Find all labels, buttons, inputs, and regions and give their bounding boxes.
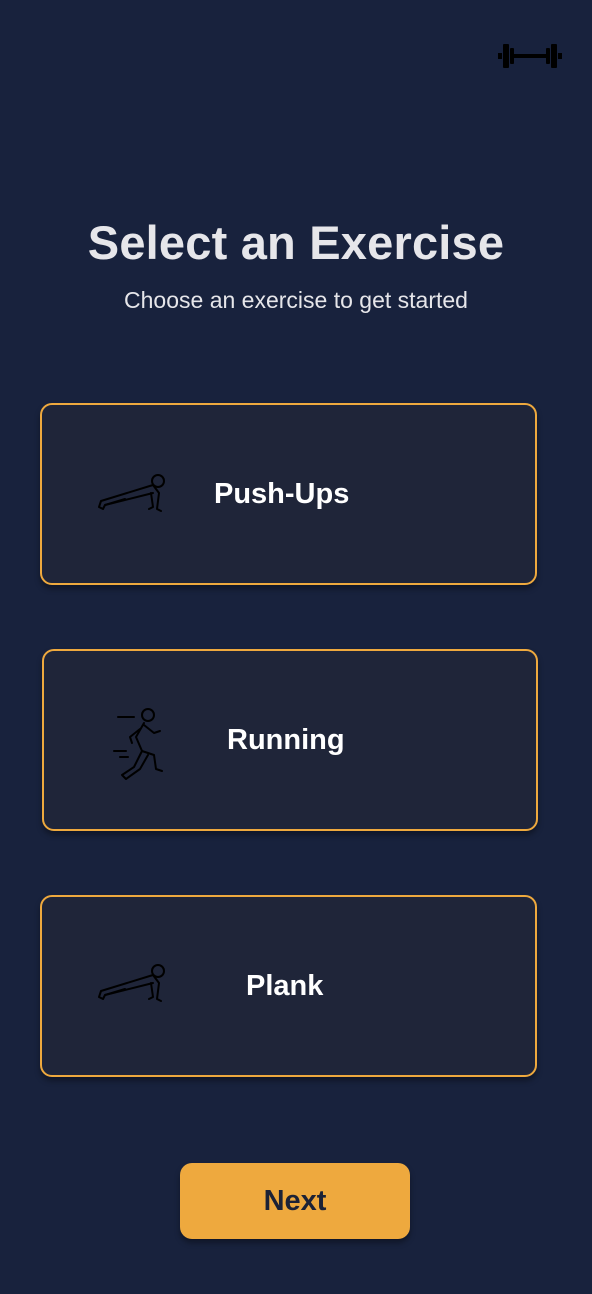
exercise-card-plank[interactable]: Plank xyxy=(40,895,537,1077)
running-icon xyxy=(113,708,163,780)
dumbbell-icon[interactable] xyxy=(497,40,563,72)
exercise-card-push-ups[interactable]: Push-Ups xyxy=(40,403,537,585)
push-up-icon xyxy=(98,474,165,512)
exercise-label: Running xyxy=(227,723,345,756)
exercise-label: Plank xyxy=(246,969,324,1002)
exercise-card-running[interactable]: Running xyxy=(42,649,538,831)
page-subtitle: Choose an exercise to get started xyxy=(124,287,468,313)
page-title: Select an Exercise xyxy=(87,216,505,269)
plank-icon xyxy=(98,964,165,1002)
exercise-label: Push-Ups xyxy=(214,477,350,510)
next-button[interactable]: Next xyxy=(180,1163,410,1239)
